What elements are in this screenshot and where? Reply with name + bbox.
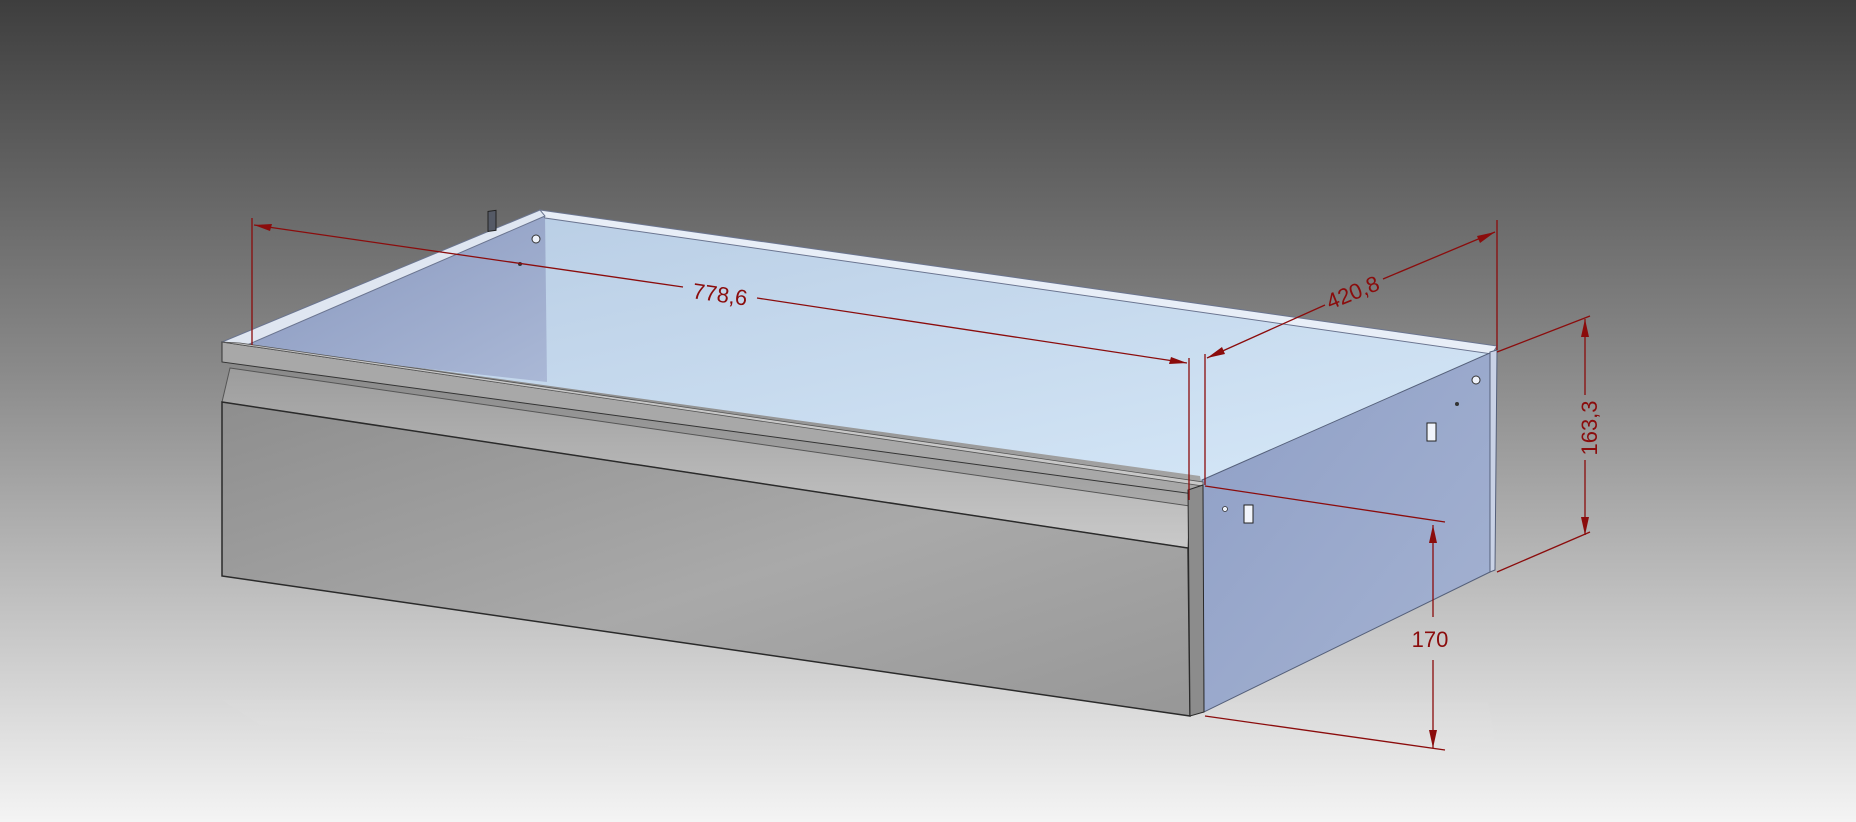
- right-slot-2: [1243, 504, 1254, 524]
- right-slot-1: [1426, 422, 1437, 442]
- right-hole-2: [1455, 402, 1459, 406]
- front-height-label: 170: [1412, 627, 1449, 652]
- cad-drawer-drawing: 778,6 420,8 163,3 170: [0, 0, 1856, 822]
- front-panel-edge: [1187, 484, 1205, 717]
- left-slot: [487, 209, 497, 232]
- side-height-label: 163,3: [1577, 400, 1602, 455]
- left-hole-1: [531, 234, 541, 244]
- right-hole-1: [1471, 375, 1481, 385]
- right-hole-3: [1222, 506, 1228, 512]
